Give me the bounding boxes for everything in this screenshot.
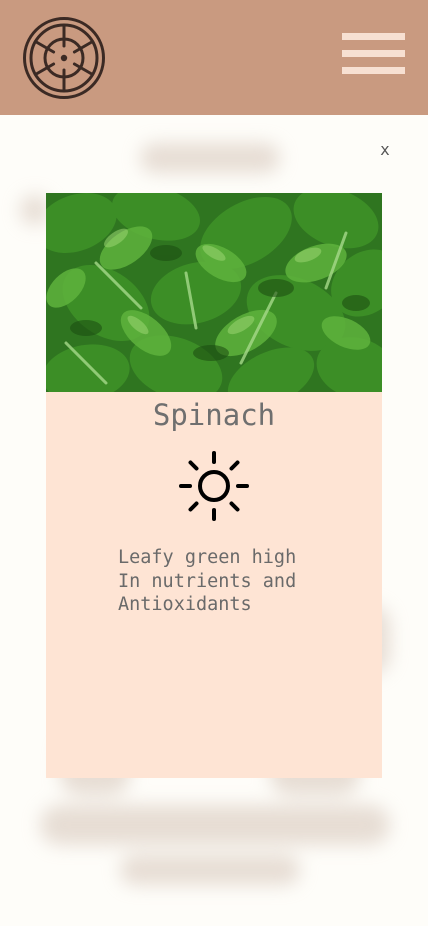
plant-name: Spinach <box>152 398 276 432</box>
plant-description: Leafy green high In nutrients and Antiox… <box>118 547 297 615</box>
close-button[interactable]: x <box>374 138 396 162</box>
ship-wheel-icon[interactable] <box>22 16 106 100</box>
sun-icon <box>179 451 249 521</box>
plant-card: Spinach Leafy green high In nutrients an… <box>46 193 382 778</box>
app-header <box>0 0 428 115</box>
spinach-image <box>46 193 382 392</box>
menu-bar <box>342 50 405 57</box>
menu-bar <box>342 67 405 74</box>
hamburger-menu-icon[interactable] <box>340 30 406 78</box>
menu-bar <box>342 33 405 40</box>
